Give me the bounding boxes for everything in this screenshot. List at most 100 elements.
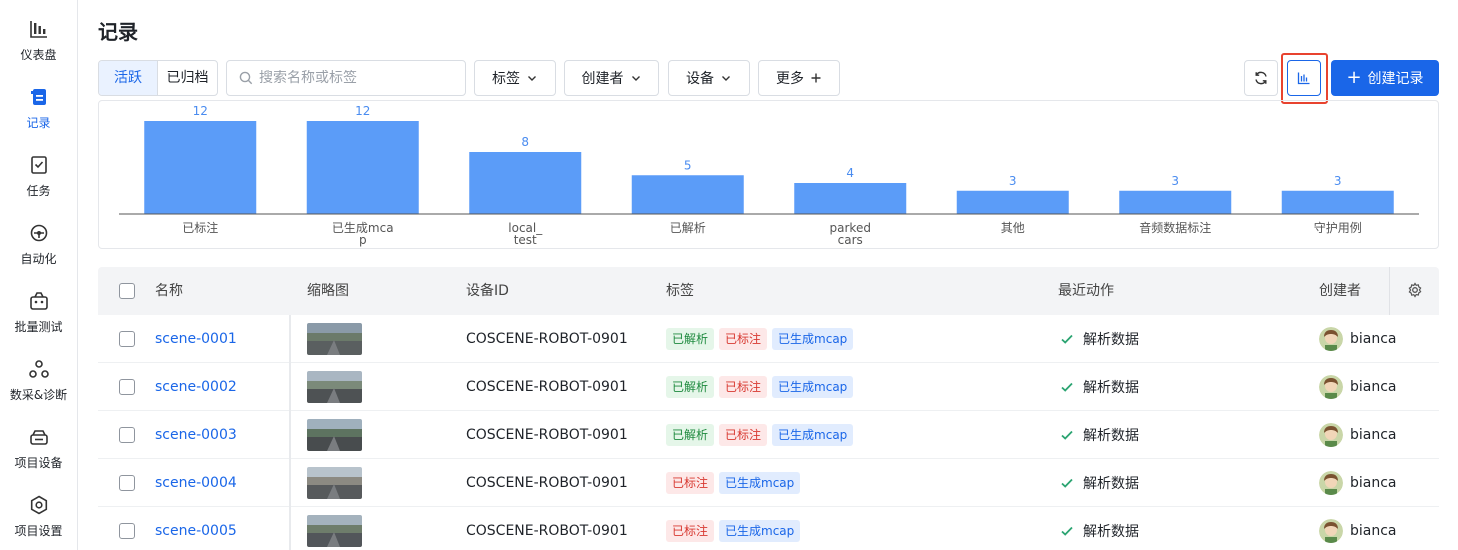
sidebar-item-label: 自动化 <box>20 252 57 266</box>
sidebar-item-records[interactable]: 记录 <box>0 82 77 142</box>
chart-bar <box>469 152 582 214</box>
table-row[interactable]: scene-0001 COSCENE-ROBOT-0901 已解析 已标注 已生成m… <box>98 315 1439 363</box>
device-filter-button[interactable]: 设备 <box>668 60 750 96</box>
record-name-link[interactable]: scene-0002 <box>155 379 237 395</box>
device-id: COSCENE-ROBOT-0901 <box>466 331 628 347</box>
thumbnail[interactable] <box>307 459 362 507</box>
tag-list: 已解析 已标注 已生成mcap <box>666 315 858 363</box>
creator[interactable]: bianca <box>1319 363 1397 411</box>
sidebar-item-label: 批量测试 <box>14 320 63 334</box>
table-header: 名称 缩略图 设备ID 标签 最近动作 创建者 <box>98 267 1439 315</box>
record-name-link[interactable]: scene-0005 <box>155 523 237 539</box>
gear-icon <box>1408 282 1422 298</box>
tag-badge[interactable]: 已生成mcap <box>772 424 854 446</box>
tag-badge[interactable]: 已标注 <box>719 376 768 398</box>
create-record-button[interactable]: + 创建记录 <box>1331 60 1439 96</box>
tag-badge[interactable]: 已解析 <box>666 424 715 446</box>
record-name-link[interactable]: scene-0001 <box>155 331 237 347</box>
record-name-link[interactable]: scene-0003 <box>155 427 237 443</box>
tag-badge[interactable]: 已生成mcap <box>719 472 801 494</box>
row-checkbox[interactable] <box>119 507 135 550</box>
tag-badge[interactable]: 已标注 <box>719 424 768 446</box>
select-all-checkbox[interactable] <box>119 283 135 299</box>
creator-name: bianca <box>1350 331 1397 347</box>
recent-action-text: 解析数据 <box>1083 476 1139 492</box>
chart-data-label: 3 <box>1009 174 1017 188</box>
check-icon <box>1061 334 1073 344</box>
recent-action-text: 解析数据 <box>1083 428 1139 444</box>
avatar <box>1319 375 1343 399</box>
sidebar-item-automation[interactable]: 自动化 <box>0 218 77 278</box>
chart-bar <box>306 121 419 214</box>
scene-thumbnail-image <box>307 323 362 355</box>
sidebar: 仪表盘 记录 任务 自动化 批量测试 数采&诊断 项目设备 项目设置 <box>0 0 78 550</box>
creator[interactable]: bianca <box>1319 315 1397 363</box>
sidebar-item-label: 数采&诊断 <box>9 388 68 402</box>
tag-badge[interactable]: 已解析 <box>666 328 715 350</box>
thumbnail[interactable] <box>307 315 362 363</box>
col-thumb-header: 缩略图 <box>307 283 349 299</box>
thumbnail[interactable] <box>307 363 362 411</box>
sidebar-item-project-device[interactable]: 项目设备 <box>0 422 77 482</box>
thumbnail[interactable] <box>307 411 362 459</box>
tags-filter-button[interactable]: 标签 <box>474 60 556 96</box>
creator[interactable]: bianca <box>1319 459 1397 507</box>
search-input[interactable] <box>259 70 459 86</box>
device-icon <box>29 430 48 445</box>
thumbnail[interactable] <box>307 507 362 550</box>
device-id: COSCENE-ROBOT-0901 <box>466 523 628 539</box>
creator[interactable]: bianca <box>1319 507 1397 550</box>
chevron-down-icon <box>722 76 730 81</box>
records-icon <box>30 89 46 105</box>
tab-active[interactable]: 活跃 <box>99 61 159 95</box>
refresh-button[interactable] <box>1244 60 1278 96</box>
check-icon <box>1061 430 1073 440</box>
tag-badge[interactable]: 已生成mcap <box>719 520 801 542</box>
row-checkbox[interactable] <box>119 315 135 363</box>
chart-bar <box>1281 190 1394 214</box>
tag-badge[interactable]: 已生成mcap <box>772 328 854 350</box>
table-row[interactable]: scene-0004 COSCENE-ROBOT-0901 已标注 已生成mcap… <box>98 459 1439 507</box>
tag-badge[interactable]: 已标注 <box>666 520 715 542</box>
col-creator-header: 创建者 <box>1319 283 1361 299</box>
recent-action: 解析数据 <box>1060 363 1139 411</box>
device-id: COSCENE-ROBOT-0901 <box>466 427 628 443</box>
sidebar-item-dashboard[interactable]: 仪表盘 <box>0 14 77 74</box>
tag-list: 已解析 已标注 已生成mcap <box>666 411 858 459</box>
chart-tick-label: test <box>514 233 537 247</box>
sidebar-item-diagnosis[interactable]: 数采&诊断 <box>0 354 77 414</box>
sidebar-item-tasks[interactable]: 任务 <box>0 150 77 210</box>
creator[interactable]: bianca <box>1319 411 1397 459</box>
row-checkbox[interactable] <box>119 363 135 411</box>
header-divider <box>1389 267 1390 315</box>
records-table: 名称 缩略图 设备ID 标签 最近动作 创建者 scene-0001 COSCE… <box>98 267 1439 550</box>
table-row[interactable]: scene-0005 COSCENE-ROBOT-0901 已标注 已生成mcap… <box>98 507 1439 550</box>
plus-icon <box>811 73 821 83</box>
creator-name: bianca <box>1350 523 1397 539</box>
column-settings-button[interactable] <box>1407 282 1423 300</box>
creator-filter-button[interactable]: 创建者 <box>564 60 659 96</box>
table-row[interactable]: scene-0003 COSCENE-ROBOT-0901 已解析 已标注 已生成m… <box>98 411 1439 459</box>
sidebar-item-batch-test[interactable]: 批量测试 <box>0 286 77 346</box>
search-icon <box>239 71 253 85</box>
avatar <box>1319 423 1343 447</box>
tag-badge[interactable]: 已标注 <box>719 328 768 350</box>
tag-badge[interactable]: 已解析 <box>666 376 715 398</box>
row-checkbox[interactable] <box>119 411 135 459</box>
chart-toggle-button[interactable] <box>1287 60 1321 96</box>
avatar <box>1319 519 1343 543</box>
tag-badge[interactable]: 已生成mcap <box>772 376 854 398</box>
search-box[interactable] <box>226 60 466 96</box>
record-name-link[interactable]: scene-0004 <box>155 475 237 491</box>
table-row[interactable]: scene-0002 COSCENE-ROBOT-0901 已解析 已标注 已生成m… <box>98 363 1439 411</box>
chart-data-label: 12 <box>355 104 370 118</box>
sidebar-item-project-settings[interactable]: 项目设置 <box>0 490 77 550</box>
tag-badge[interactable]: 已标注 <box>666 472 715 494</box>
row-checkbox[interactable] <box>119 459 135 507</box>
chart-tick-label: 守护用例 <box>1314 221 1362 235</box>
creator-filter-label: 创建者 <box>581 71 624 87</box>
col-device-header[interactable]: 设备ID <box>466 267 509 315</box>
col-name-header[interactable]: 名称 <box>155 267 183 315</box>
tab-archived[interactable]: 已归档 <box>158 61 217 95</box>
more-filter-button[interactable]: 更多 <box>758 60 840 96</box>
